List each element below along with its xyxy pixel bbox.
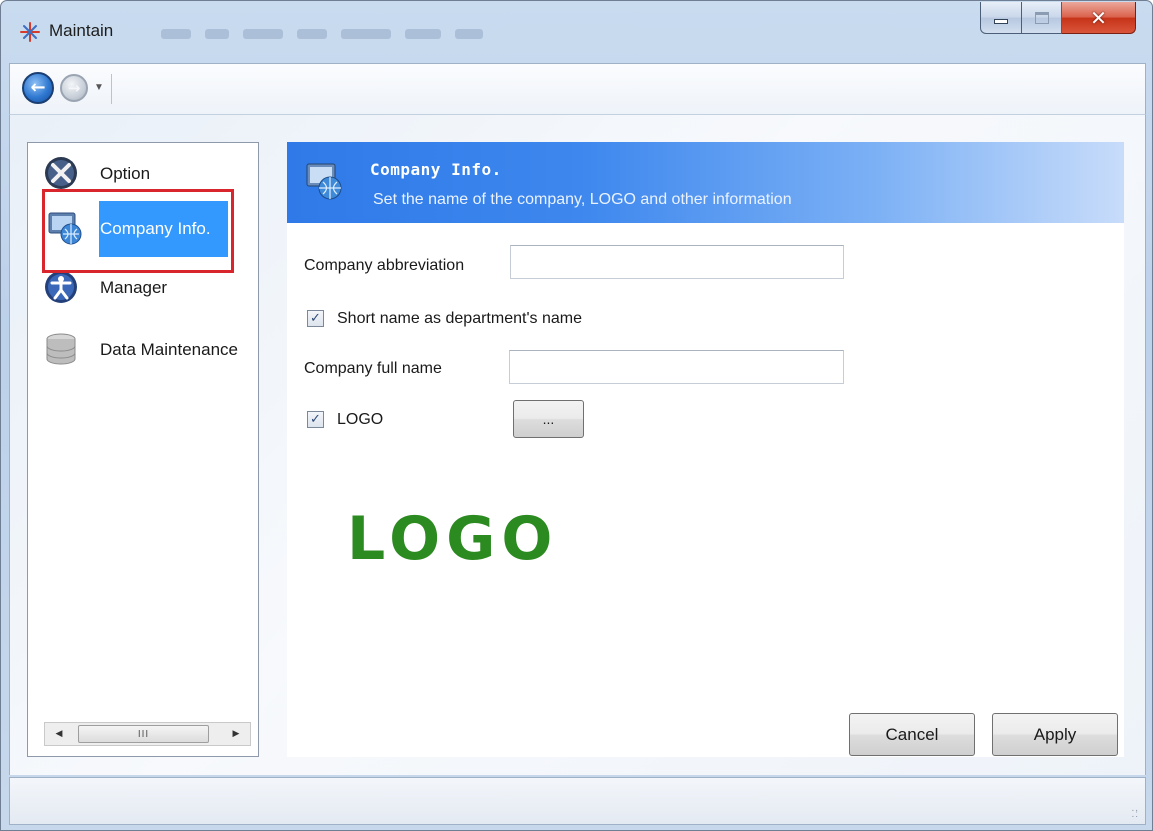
- cancel-button-label: Cancel: [885, 724, 939, 744]
- company-abbreviation-label: Company abbreviation: [304, 257, 465, 274]
- caption-buttons: ✕: [980, 2, 1136, 38]
- database-icon: [46, 333, 76, 365]
- maximize-icon: [1034, 11, 1049, 24]
- title-bar-decoration: [161, 25, 811, 45]
- scrollbar-thumb[interactable]: III: [78, 725, 209, 743]
- window-title: Maintain: [49, 21, 114, 40]
- checkmark-icon: ✓: [310, 311, 321, 326]
- chevron-down-icon[interactable]: ▼: [94, 82, 104, 93]
- scroll-right-arrow-icon[interactable]: ▶: [227, 725, 245, 743]
- monitor-globe-icon: [306, 163, 342, 200]
- company-full-name-label: Company full name: [304, 360, 442, 377]
- short-name-checkbox-label[interactable]: Short name as department's name: [337, 310, 582, 328]
- person-icon: [45, 271, 77, 303]
- apply-button-label: Apply: [1033, 724, 1077, 744]
- back-button[interactable]: ←: [22, 72, 54, 104]
- status-bar: ...:: [9, 777, 1146, 825]
- back-arrow-icon: ←: [30, 77, 46, 98]
- logo-preview-image: LOGO: [347, 504, 558, 574]
- red-highlight-frame: [42, 189, 234, 273]
- minimize-icon: [994, 19, 1008, 24]
- navigation-bar: ← → ▼: [9, 63, 1146, 115]
- page-title: Company Info.: [370, 160, 502, 179]
- sidebar-horizontal-scrollbar[interactable]: ◀ III ▶: [44, 722, 251, 746]
- resize-grip-icon[interactable]: ...:: [1131, 804, 1139, 820]
- section-header: Company Info. Set the name of the compan…: [287, 142, 1124, 223]
- tools-icon: [45, 157, 77, 189]
- minimize-button[interactable]: [980, 2, 1022, 34]
- sidebar-item-label: Option: [100, 164, 151, 183]
- sidebar-item-label: Manager: [100, 278, 168, 297]
- maximize-button[interactable]: [1022, 2, 1062, 34]
- close-icon: ✕: [1090, 5, 1107, 30]
- forward-arrow-icon: →: [67, 78, 81, 97]
- navbar-separator: [111, 74, 112, 104]
- company-full-name-input[interactable]: [509, 350, 844, 384]
- logo-checkbox-label[interactable]: LOGO: [337, 411, 383, 429]
- logo-image-text: LOGO: [347, 504, 559, 574]
- scrollbar-grip: III: [137, 728, 150, 740]
- logo-checkbox[interactable]: ✓: [307, 411, 324, 428]
- sidebar-item-label: Data Maintenance: [100, 340, 238, 359]
- company-abbreviation-input[interactable]: [510, 245, 844, 279]
- browse-logo-button[interactable]: ...: [513, 400, 584, 438]
- forward-button[interactable]: →: [60, 74, 88, 102]
- title-bar[interactable]: Maintain ✕: [1, 1, 1152, 61]
- short-name-checkbox[interactable]: ✓: [307, 310, 324, 327]
- browse-button-label: ...: [542, 411, 555, 427]
- checkmark-icon: ✓: [310, 412, 321, 427]
- page-subtitle: Set the name of the company, LOGO and ot…: [373, 191, 792, 208]
- app-star-icon: [20, 22, 40, 42]
- apply-button[interactable]: Apply: [992, 713, 1118, 756]
- company-info-panel: Company Info. Set the name of the compan…: [287, 142, 1124, 757]
- maintain-window: Maintain ✕ ← → ▼ Option Company Info. Ma…: [0, 0, 1153, 831]
- close-button[interactable]: ✕: [1062, 2, 1136, 34]
- scroll-left-arrow-icon[interactable]: ◀: [50, 725, 68, 743]
- cancel-button[interactable]: Cancel: [849, 713, 975, 756]
- sidebar-item-data-maintenance[interactable]: Data Maintenance: [28, 326, 260, 374]
- sidebar: Option Company Info. Manager Data Mainte…: [27, 142, 259, 757]
